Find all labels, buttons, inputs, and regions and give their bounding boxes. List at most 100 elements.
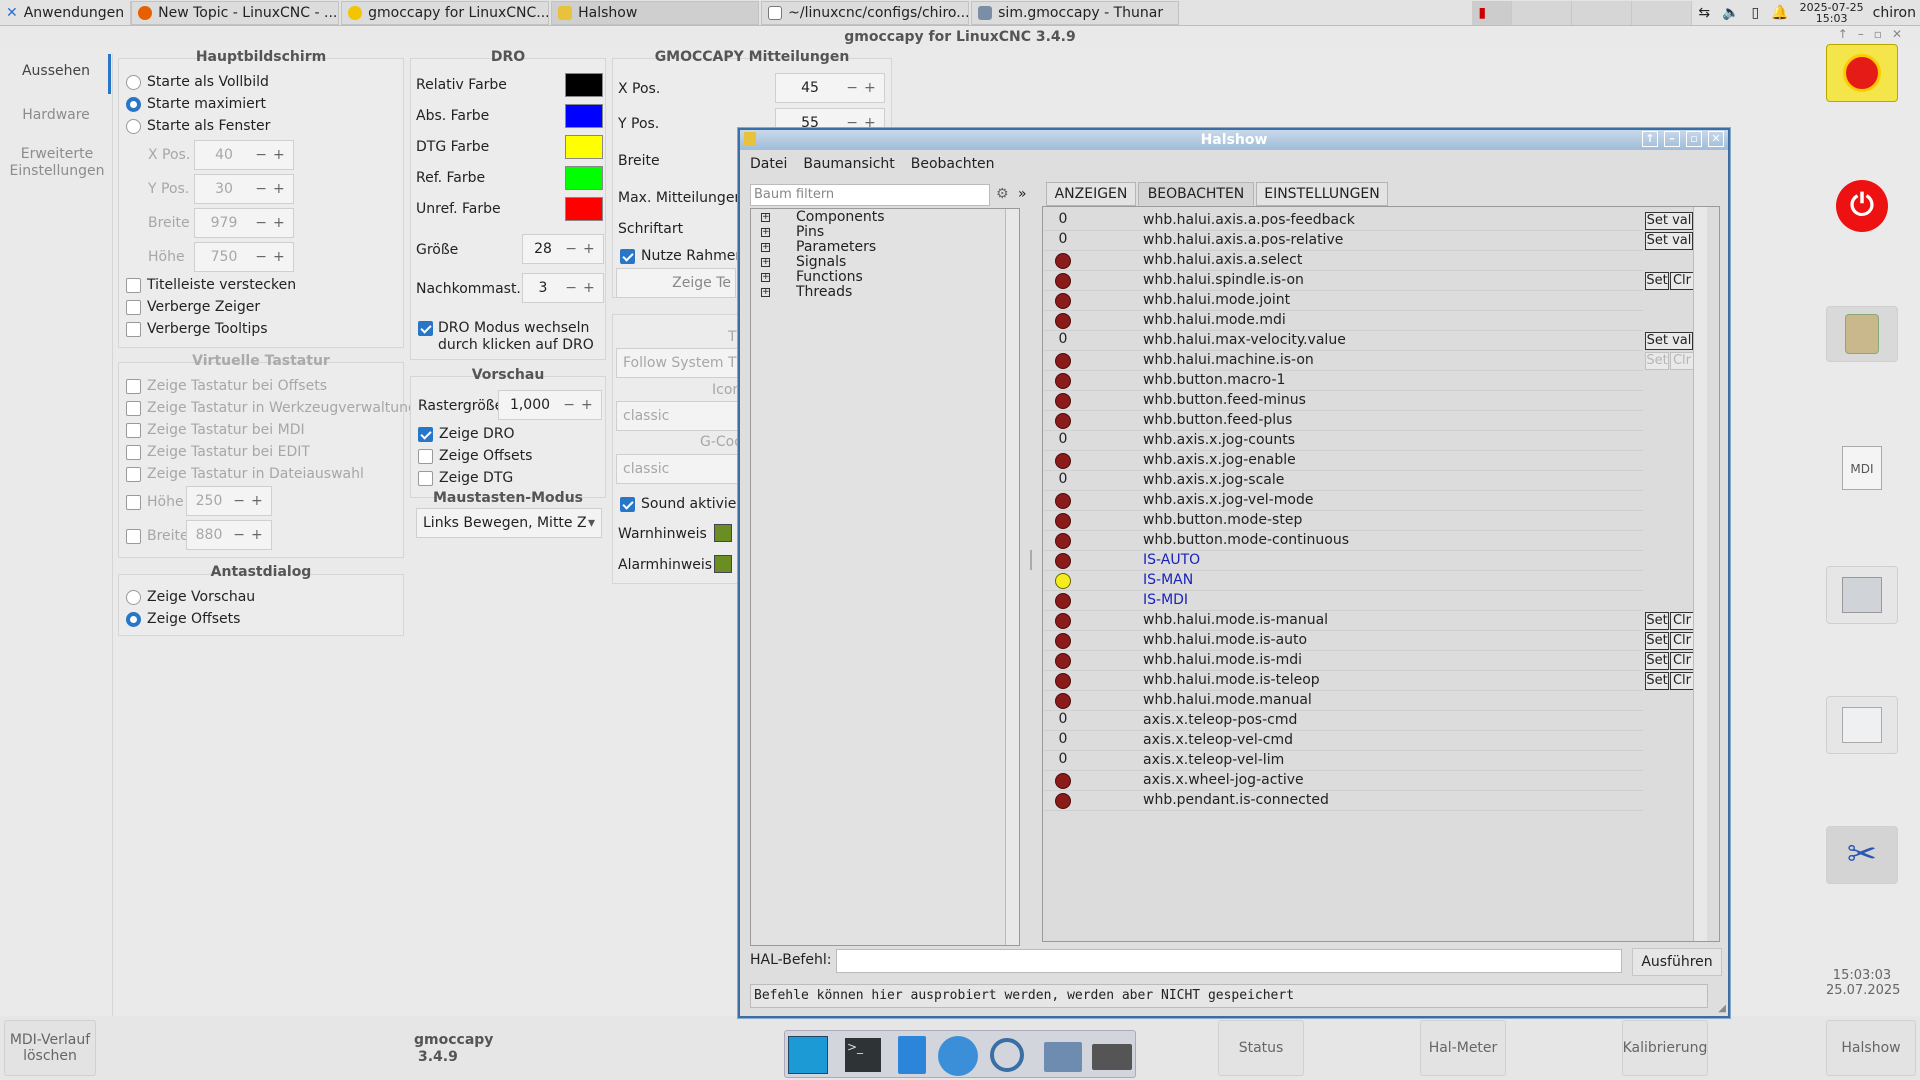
- mdi-mode-button[interactable]: MDI: [1826, 436, 1898, 500]
- check-zeige-dro[interactable]: Zeige DRO: [418, 426, 515, 442]
- menu-baumansicht[interactable]: Baumansicht: [803, 156, 894, 172]
- clr-button[interactable]: Clr: [1670, 672, 1694, 690]
- clr-button[interactable]: Clr: [1670, 272, 1694, 290]
- check-zeige-dtg[interactable]: Zeige DTG: [418, 470, 513, 486]
- resize-grip-icon[interactable]: ◢: [1718, 1003, 1726, 1014]
- check-tastatur-datei[interactable]: Zeige Tastatur in Dateiauswahl: [126, 466, 364, 482]
- battery-icon[interactable]: ▯: [1751, 5, 1759, 21]
- color-abs[interactable]: [565, 104, 603, 128]
- tree-filter-input[interactable]: Baum filtern: [750, 184, 990, 206]
- radio-vollbild[interactable]: Starte als Vollbild: [126, 74, 269, 90]
- tray-user[interactable]: chiron: [1869, 5, 1920, 21]
- workspace-2[interactable]: [1512, 0, 1573, 25]
- auto-mode-button[interactable]: [1826, 566, 1898, 624]
- folder-icon[interactable]: [1044, 1042, 1082, 1072]
- workspace-4[interactable]: [1632, 0, 1693, 25]
- bell-icon[interactable]: 🔔: [1771, 5, 1788, 21]
- mitt-xpos-spinner[interactable]: 45 −+: [775, 73, 885, 103]
- maximize-icon[interactable]: ▫: [1686, 131, 1702, 147]
- execute-button[interactable]: Ausführen: [1632, 948, 1722, 976]
- tree-node-functions[interactable]: + Functions: [761, 269, 863, 285]
- color-relativ[interactable]: [565, 73, 603, 97]
- desktop-icon[interactable]: [788, 1036, 828, 1074]
- icon-dropdown[interactable]: classic: [616, 401, 746, 431]
- pane-splitter[interactable]: [1030, 550, 1032, 570]
- theme-dropdown[interactable]: Follow System The: [616, 348, 746, 378]
- tree-node-parameters[interactable]: + Parameters: [761, 239, 876, 255]
- close-icon[interactable]: ✕: [1708, 131, 1724, 147]
- tastatur-breite-spinner[interactable]: 880 −+: [186, 520, 272, 550]
- mail-icon[interactable]: [1092, 1044, 1132, 1070]
- search-icon[interactable]: [990, 1038, 1024, 1072]
- halshow-titlebar[interactable]: Halshow ↑ – ▫ ✕: [740, 130, 1728, 150]
- tray-clock[interactable]: 2025-07-25 15:03: [1795, 2, 1869, 24]
- task-editor[interactable]: ~/linuxcnc/configs/chiro...: [761, 0, 970, 25]
- clr-button[interactable]: Clr: [1670, 352, 1694, 370]
- tree-scrollbar[interactable]: [1005, 209, 1019, 945]
- set-val-button[interactable]: Set val: [1645, 332, 1693, 350]
- ypos-spinner[interactable]: 30 −+: [194, 174, 294, 204]
- file-manager-icon[interactable]: [898, 1036, 926, 1074]
- maus-modus-dropdown[interactable]: Links Bewegen, Mitte Z ▾: [416, 508, 602, 538]
- task-gmoccapy[interactable]: gmoccapy for LinuxCNC...: [341, 0, 550, 25]
- task-halshow[interactable]: Halshow: [551, 0, 760, 25]
- radio-offsets[interactable]: Zeige Offsets: [126, 611, 240, 627]
- zeige-test-button[interactable]: Zeige Te: [616, 268, 736, 298]
- set-button[interactable]: Set: [1645, 612, 1669, 630]
- groesse-spinner[interactable]: 28 −+: [522, 234, 604, 264]
- tastatur-hoehe-spinner[interactable]: 250 −+: [186, 486, 272, 516]
- check-tastatur-edit[interactable]: Zeige Tastatur bei EDIT: [126, 444, 310, 460]
- warn-sound-icon[interactable]: [714, 524, 732, 542]
- set-button[interactable]: Set: [1645, 632, 1669, 650]
- tree-node-pins[interactable]: + Pins: [761, 224, 824, 240]
- check-tooltips[interactable]: Verberge Tooltips: [126, 321, 268, 337]
- radio-fenster[interactable]: Starte als Fenster: [126, 118, 270, 134]
- workspace-3[interactable]: [1572, 0, 1633, 25]
- check-tastatur-breite[interactable]: Breite: [126, 528, 189, 544]
- check-tastatur-hoehe[interactable]: Höhe: [126, 494, 184, 510]
- nachkomma-spinner[interactable]: 3 −+: [522, 273, 604, 303]
- radio-maximiert[interactable]: Starte maximiert: [126, 96, 266, 112]
- gcode-dropdown[interactable]: classic: [616, 454, 746, 484]
- tab-anzeigen[interactable]: ANZEIGEN: [1046, 182, 1136, 206]
- tree-node-threads[interactable]: + Threads: [761, 284, 852, 300]
- network-icon[interactable]: ⇆: [1698, 5, 1710, 21]
- check-tastatur-offsets[interactable]: Zeige Tastatur bei Offsets: [126, 378, 327, 394]
- filter-settings-icon[interactable]: ⚙: [996, 186, 1009, 202]
- settings-page-button[interactable]: [1826, 696, 1898, 754]
- kalibrierung-button[interactable]: Kalibrierung: [1622, 1020, 1708, 1076]
- status-button[interactable]: Status: [1218, 1020, 1304, 1076]
- nav-erweiterte[interactable]: Erweiterte Einstellungen: [8, 146, 106, 180]
- task-firefox[interactable]: New Topic - LinuxCNC - ...: [131, 0, 340, 25]
- check-dro-modus[interactable]: [418, 320, 439, 336]
- hal-command-input[interactable]: [836, 949, 1622, 973]
- tools-button[interactable]: ✂: [1826, 826, 1898, 884]
- watch-scrollbar[interactable]: [1693, 207, 1707, 941]
- set-button[interactable]: Set: [1645, 352, 1669, 370]
- menu-beobachten[interactable]: Beobachten: [911, 156, 995, 172]
- color-unref[interactable]: [565, 197, 603, 221]
- color-dtg[interactable]: [565, 135, 603, 159]
- alarm-sound-icon[interactable]: [714, 555, 732, 573]
- tree-view[interactable]: + Components + Pins + Parameters + Signals +…: [750, 208, 1020, 946]
- estop-button[interactable]: [1826, 44, 1898, 102]
- terminal-icon[interactable]: >_: [845, 1038, 881, 1072]
- tab-beobachten[interactable]: BEOBACHTEN: [1138, 182, 1254, 206]
- breite-spinner[interactable]: 979 −+: [194, 208, 294, 238]
- nav-hardware[interactable]: Hardware: [14, 107, 98, 123]
- check-zeiger[interactable]: Verberge Zeiger: [126, 299, 260, 315]
- nav-aussehen[interactable]: Aussehen: [14, 63, 98, 79]
- radio-vorschau[interactable]: Zeige Vorschau: [126, 589, 255, 605]
- set-button[interactable]: Set: [1645, 272, 1669, 290]
- set-val-button[interactable]: Set val: [1645, 232, 1693, 250]
- raster-spinner[interactable]: 1,000 −+: [498, 390, 602, 420]
- task-thunar[interactable]: sim.gmoccapy - Thunar: [971, 0, 1180, 25]
- check-rahmen[interactable]: Nutze Rahmen: [620, 248, 744, 264]
- applications-menu[interactable]: ✕ Anwendungen: [0, 0, 132, 25]
- browser-icon[interactable]: [938, 1036, 978, 1076]
- set-button[interactable]: Set: [1645, 672, 1669, 690]
- window-controls[interactable]: ↑–▫✕: [1838, 27, 1912, 41]
- tab-einstellungen[interactable]: EINSTELLUNGEN: [1256, 182, 1388, 206]
- tree-node-signals[interactable]: + Signals: [761, 254, 846, 270]
- halmeter-button[interactable]: Hal-Meter: [1420, 1020, 1506, 1076]
